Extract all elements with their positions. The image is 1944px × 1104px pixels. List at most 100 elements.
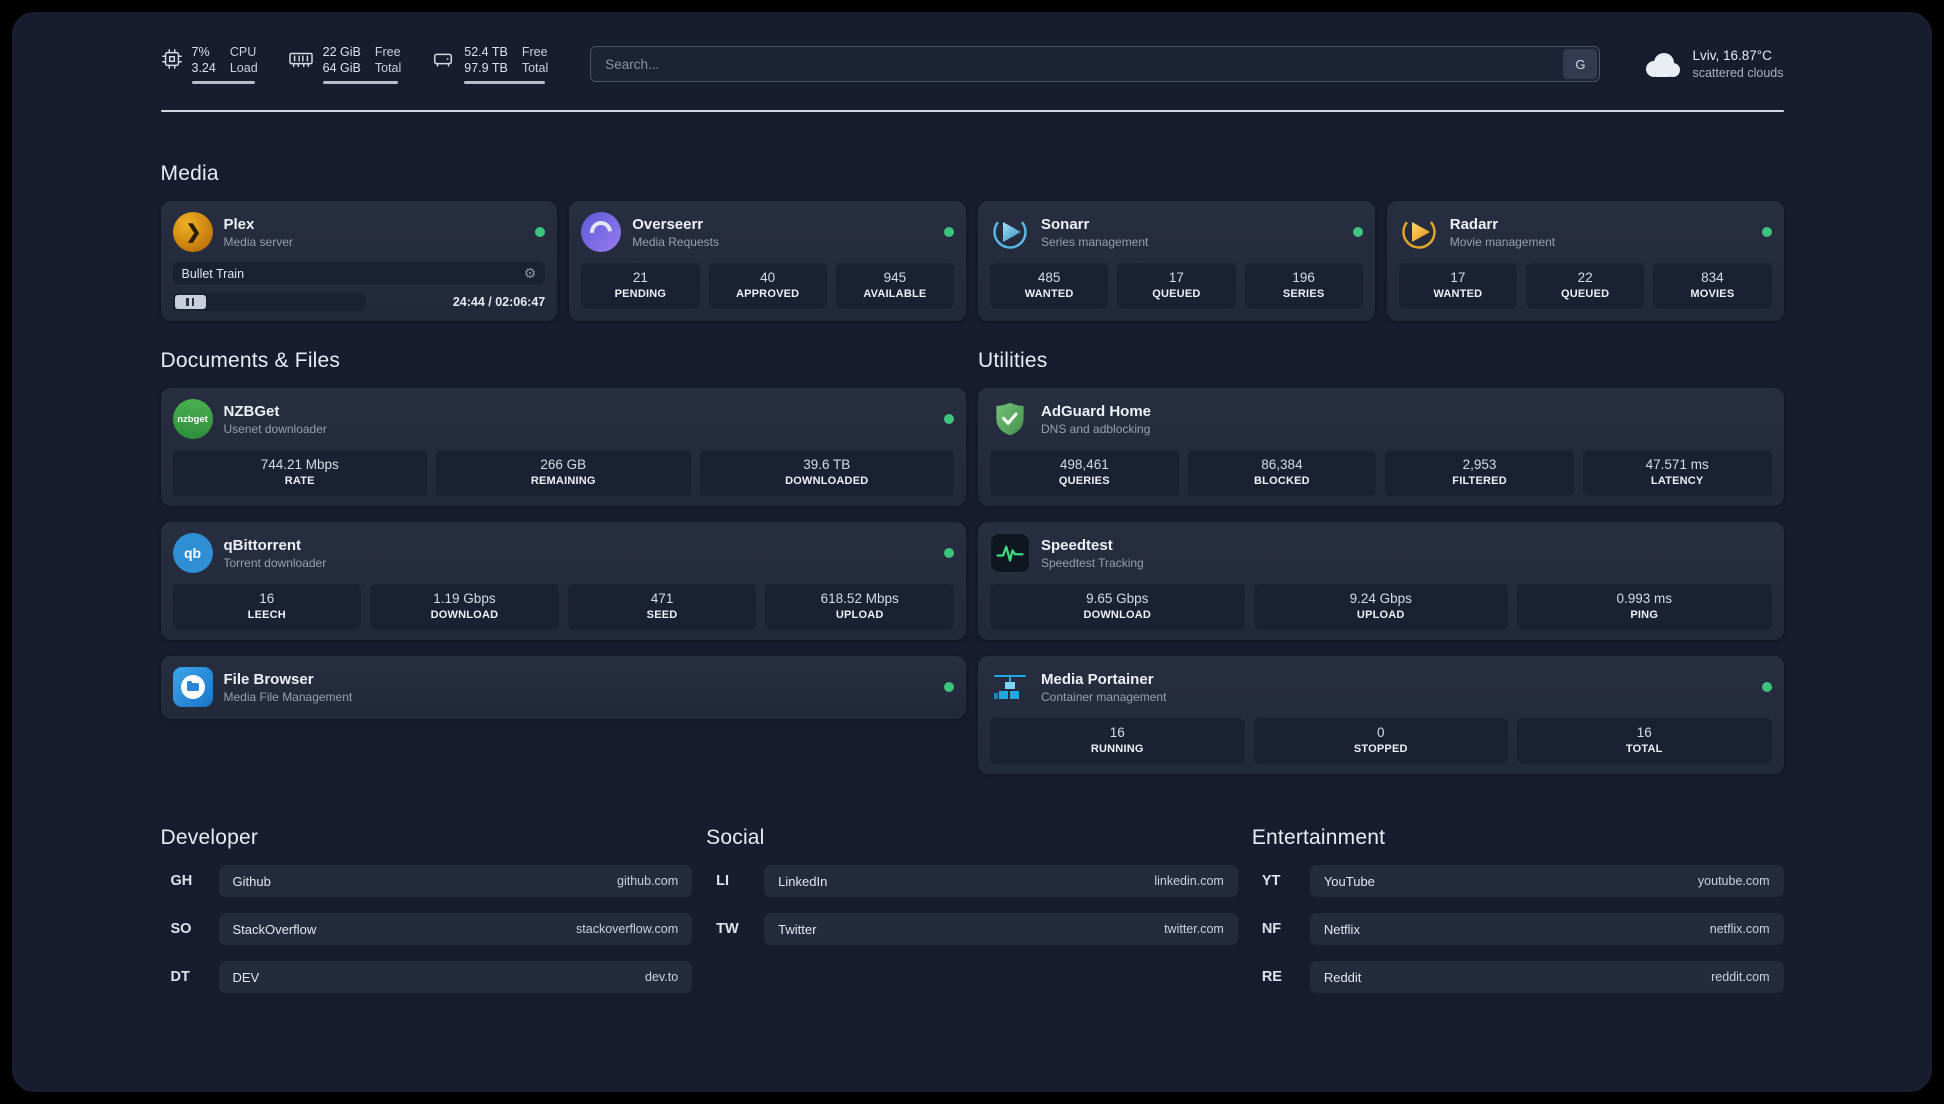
speedtest-icon [990, 533, 1030, 573]
stat-box: 744.21 Mbps RATE [172, 450, 427, 496]
app-card-portainer[interactable]: Media Portainer Container management 16 … [978, 656, 1784, 774]
weather-condition: scattered clouds [1692, 66, 1784, 80]
cpu-load-label: Load [229, 61, 258, 75]
cpu-load-value: 3.24 [191, 61, 216, 75]
stat-label: DOWNLOAD [430, 609, 499, 621]
weather-widget: Lviv, 16.87°C scattered clouds [1642, 47, 1784, 81]
bookmark-row: NF Netflix netflix.com [1252, 913, 1784, 945]
bookmark-url: youtube.com [1697, 874, 1770, 888]
top-bar: 7% 3.24 CPU Load 22 GiB 64 GiB Free Tota… [161, 44, 1784, 84]
disk-icon [434, 53, 453, 67]
stat-box: 834 MOVIES [1653, 263, 1772, 309]
bookmark-youtube[interactable]: YouTube youtube.com [1309, 865, 1784, 897]
bookmark-abbr: DT [170, 969, 190, 985]
app-card-overseerr[interactable]: Overseerr Media Requests 21 PENDING 40 A… [569, 201, 966, 321]
bookmark-group-developer: Developer GH Github github.com SO StackO… [161, 826, 693, 993]
stat-label: TOTAL [1625, 743, 1663, 755]
app-subtitle: Torrent downloader [223, 555, 327, 570]
bookmark-row: LI LinkedIn linkedin.com [706, 865, 1238, 897]
memory-total-label: Total [374, 61, 402, 75]
bookmark-stackoverflow[interactable]: StackOverflow stackoverflow.com [218, 913, 693, 945]
stat-label: QUEUED [1152, 288, 1201, 300]
bookmark-netflix[interactable]: Netflix netflix.com [1309, 913, 1784, 945]
status-dot [1761, 227, 1772, 237]
memory-icon [288, 52, 313, 68]
stat-value: 498,461 [1059, 457, 1109, 472]
qbittorrent-icon: qb [172, 533, 213, 573]
bookmark-twitter[interactable]: Twitter twitter.com [764, 913, 1238, 945]
disk-total-label: Total [521, 61, 549, 75]
stat-box: 2,953 FILTERED [1385, 450, 1574, 496]
bookmark-name: Twitter [778, 921, 817, 937]
stat-label: PENDING [614, 288, 667, 300]
stat-label: QUERIES [1058, 475, 1110, 487]
disk-widget: 52.4 TB 97.9 TB Free Total [431, 44, 548, 84]
stat-label: DOWNLOAD [1083, 609, 1152, 621]
pause-button[interactable] [174, 295, 206, 309]
bookmark-group-title: Developer [160, 826, 259, 849]
stat-label: SEED [646, 609, 678, 621]
app-subtitle: DNS and adblocking [1041, 421, 1151, 436]
disk-free-label: Free [521, 45, 548, 59]
app-card-qbittorrent[interactable]: qb qBittorrent Torrent downloader 16 LEE… [160, 522, 966, 640]
bookmark-abbr: LI [716, 873, 730, 889]
sonarr-icon [990, 212, 1030, 252]
bookmark-abbr: TW [716, 921, 739, 937]
stat-box: 16 RUNNING [990, 718, 1245, 764]
app-subtitle: Container management [1041, 689, 1167, 704]
bookmark-abbr: RE [1261, 969, 1282, 985]
stat-label: WANTED [1433, 288, 1483, 300]
app-card-sonarr[interactable]: Sonarr Series management 485 WANTED 17 Q… [978, 201, 1375, 321]
app-card-speedtest[interactable]: Speedtest Speedtest Tracking 9.65 Gbps D… [978, 522, 1784, 640]
bookmark-group-title: Entertainment [1251, 826, 1386, 849]
bookmark-url: stackoverflow.com [576, 922, 679, 936]
player-progress-bar[interactable] [172, 293, 367, 311]
stat-value: 21 [632, 270, 648, 285]
bookmark-linkedin[interactable]: LinkedIn linkedin.com [764, 865, 1238, 897]
overseerr-icon [581, 212, 622, 252]
search-input[interactable] [590, 46, 1601, 82]
status-dot [944, 682, 954, 692]
stat-value: 744.21 Mbps [260, 457, 339, 472]
app-subtitle: Series management [1041, 234, 1149, 249]
bookmark-url: netflix.com [1709, 922, 1770, 936]
status-dot [944, 227, 954, 237]
app-subtitle: Movie management [1449, 234, 1556, 249]
stat-label: AVAILABLE [863, 288, 927, 300]
stat-label: SERIES [1282, 288, 1325, 300]
cpu-widget: 7% 3.24 CPU Load [161, 44, 258, 84]
stat-label: UPLOAD [835, 609, 884, 621]
stat-box: 266 GB REMAINING [436, 450, 691, 496]
system-widgets: 7% 3.24 CPU Load 22 GiB 64 GiB Free Tota… [161, 44, 548, 84]
bookmark-name: DEV [232, 969, 260, 985]
app-subtitle: Media server [223, 234, 293, 249]
bookmark-url: dev.to [645, 970, 679, 984]
cpu-icon [161, 49, 182, 69]
stat-box: 471 SEED [567, 584, 757, 630]
app-name: Media Portainer [1041, 670, 1154, 688]
bookmark-group-social: Social LI LinkedIn linkedin.com TW Twitt… [706, 826, 1238, 993]
stat-value: 16 [1109, 725, 1125, 740]
stat-value: 22 [1577, 270, 1593, 285]
stat-value: 196 [1292, 270, 1315, 285]
bookmark-reddit[interactable]: Reddit reddit.com [1309, 961, 1784, 993]
stat-box: 498,461 QUERIES [990, 450, 1179, 496]
bookmark-abbr: GH [170, 873, 193, 889]
status-dot [535, 227, 546, 237]
bookmark-github[interactable]: Github github.com [218, 865, 693, 897]
app-card-plex[interactable]: ❯ Plex Media server Bullet Train ⚙ 24:44… [160, 201, 558, 321]
app-card-radarr[interactable]: Radarr Movie management 17 WANTED 22 QUE… [1386, 201, 1784, 321]
bookmark-url: twitter.com [1164, 922, 1224, 936]
stat-box: 0.993 ms PING [1517, 584, 1772, 630]
stat-label: REMAINING [530, 475, 596, 487]
gear-icon[interactable]: ⚙ [524, 265, 537, 282]
app-card-nzbget[interactable]: nzbget NZBGet Usenet downloader 744.21 M… [160, 388, 966, 506]
filebrowser-icon [172, 667, 213, 707]
stat-value: 485 [1037, 270, 1061, 285]
search-engine-button[interactable]: G [1563, 49, 1598, 79]
bookmark-dev[interactable]: DEV dev.to [218, 961, 693, 993]
app-card-adguard[interactable]: AdGuard Home DNS and adblocking 498,461 … [978, 388, 1784, 506]
stat-box: 945 AVAILABLE [835, 263, 954, 309]
app-card-filebrowser[interactable]: File Browser Media File Management [160, 656, 966, 719]
memory-free-label: Free [374, 45, 401, 59]
